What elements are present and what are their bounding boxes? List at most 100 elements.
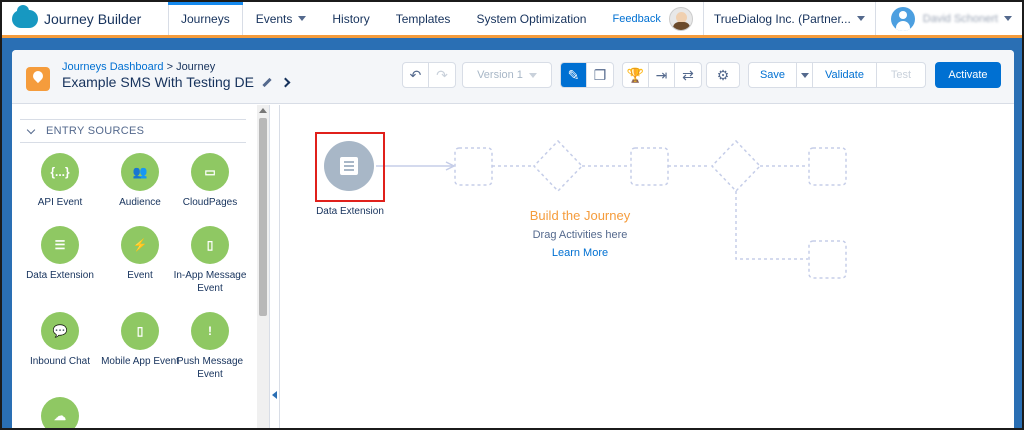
- tile-label: Mobile App Event: [101, 356, 179, 367]
- selection-highlight-box: [315, 132, 385, 202]
- save-button[interactable]: Save: [749, 63, 797, 87]
- chevron-down-icon: [800, 72, 809, 78]
- audience-icon: 👥: [121, 153, 159, 191]
- placeholder-activity: [808, 147, 847, 186]
- scrollbar-thumb[interactable]: [259, 118, 267, 316]
- tile-label: CloudPages: [182, 197, 238, 208]
- validate-button[interactable]: Validate: [813, 63, 877, 87]
- tab-events[interactable]: Events: [243, 2, 320, 35]
- build-journey-subtitle: Drag Activities here: [532, 229, 628, 241]
- api-event-icon: {...}: [41, 153, 79, 191]
- entry-source-push-message-event[interactable]: ! Push Message Event: [170, 312, 250, 381]
- exit-criteria-button[interactable]: ⇥: [649, 63, 675, 87]
- user-menu[interactable]: David Schonert: [874, 2, 1022, 35]
- tab-journeys-label: Journeys: [181, 11, 230, 26]
- feedback-link[interactable]: Feedback: [613, 13, 661, 25]
- connector-line: [735, 191, 808, 260]
- entry-source-data-extension[interactable]: ☰ Data Extension: [20, 226, 100, 282]
- event-icon: ⚡: [121, 226, 159, 264]
- entry-sources-header[interactable]: ENTRY SOURCES: [20, 119, 246, 143]
- avatar: [890, 6, 915, 31]
- user-name: David Schonert: [922, 12, 998, 25]
- org-name: TrueDialog Inc. (Partner...: [713, 11, 851, 26]
- save-dropdown[interactable]: [797, 63, 813, 87]
- goal-trophy-button[interactable]: 🏆: [623, 63, 649, 87]
- pencil-icon[interactable]: [262, 77, 272, 87]
- tab-history[interactable]: History: [319, 2, 382, 35]
- chevron-right-icon[interactable]: [280, 77, 291, 87]
- goal-exit-group: 🏆 ⇥ ⇄: [622, 62, 702, 88]
- learn-more-link[interactable]: Learn More: [470, 247, 690, 259]
- tab-system-optimization[interactable]: System Optimization: [463, 2, 599, 35]
- tab-history-label: History: [332, 11, 370, 26]
- gear-icon[interactable]: ⚙: [707, 63, 739, 87]
- chevron-down-icon: [1004, 16, 1012, 21]
- salesforce-cloud-icon: [12, 4, 38, 28]
- entry-source-audience[interactable]: 👥 Audience: [100, 153, 180, 209]
- placeholder-activity: [630, 147, 669, 186]
- push-message-icon: !: [191, 312, 229, 350]
- tile-label: Push Message Event: [176, 356, 244, 380]
- undo-redo-group: ↶ ↷: [402, 62, 456, 88]
- redo-button[interactable]: ↷: [429, 63, 455, 87]
- chevron-down-icon: [856, 16, 865, 21]
- entry-source-mobile-app-event[interactable]: ▯ Mobile App Event: [100, 312, 180, 368]
- edit-mode-group: ✎ ❐: [560, 62, 614, 88]
- breadcrumb-journeys-dashboard[interactable]: Journeys Dashboard: [62, 61, 164, 73]
- feedback-avatar[interactable]: [668, 6, 693, 31]
- entry-source-in-app-message-event[interactable]: ▯ In-App Message Event: [170, 226, 250, 295]
- entry-source-api-event[interactable]: {...} API Event: [20, 153, 100, 209]
- placeholder-activity: [454, 147, 493, 186]
- build-journey-title: Build the Journey: [529, 208, 631, 223]
- entry-source-cloud[interactable]: ☁: [20, 397, 100, 428]
- org-selector[interactable]: TrueDialog Inc. (Partner...: [702, 2, 875, 35]
- workspace-band: Journeys Dashboard > Journey Example SMS…: [2, 38, 1022, 428]
- test-button[interactable]: Test: [877, 63, 925, 87]
- breadcrumb-separator: >: [163, 61, 177, 73]
- entry-source-cloudpages[interactable]: ▭ CloudPages: [170, 153, 250, 209]
- cloud-icon: ☁: [41, 397, 79, 428]
- tile-label: Audience: [119, 197, 161, 208]
- app-title: Journey Builder: [44, 10, 142, 27]
- journey-name: Example SMS With Testing DE: [62, 74, 291, 90]
- journey-canvas[interactable]: Data Extension Build the Journey Drag Ac…: [270, 105, 1014, 428]
- data-extension-icon: ☰: [41, 226, 79, 264]
- journey-header: Journeys Dashboard > Journey Example SMS…: [12, 50, 1014, 104]
- entry-sources-label: ENTRY SOURCES: [46, 125, 145, 137]
- settings-group: ⚙: [706, 62, 740, 88]
- entry-source-inbound-chat[interactable]: 💬 Inbound Chat: [20, 312, 100, 368]
- schedule-button[interactable]: ⇄: [675, 63, 701, 87]
- edit-pencil-button[interactable]: ✎: [561, 63, 587, 87]
- tab-journeys[interactable]: Journeys: [168, 2, 243, 35]
- activate-button[interactable]: Activate: [935, 62, 1001, 88]
- version-select[interactable]: Version 1: [462, 62, 552, 88]
- entry-source-event[interactable]: ⚡ Event: [100, 226, 180, 282]
- tile-label: API Event: [37, 197, 83, 208]
- placeholder-activity: [808, 240, 847, 279]
- version-label: Version 1: [477, 69, 523, 81]
- brand[interactable]: Journey Builder: [2, 2, 168, 35]
- tile-label: In-App Message Event: [173, 270, 247, 294]
- nav-right: Feedback TrueDialog Inc. (Partner... Dav…: [613, 2, 1022, 35]
- tab-system-optimization-label: System Optimization: [476, 11, 587, 26]
- map-pin-icon: [26, 67, 50, 91]
- placeholder-decision: [532, 139, 584, 193]
- top-nav: Journey Builder Journeys Events History …: [2, 2, 1022, 38]
- inbound-chat-icon: 💬: [41, 312, 79, 350]
- tile-label: Data Extension: [26, 270, 94, 281]
- scroll-up-arrow-icon[interactable]: [259, 108, 267, 113]
- entry-node-label: Data Extension: [316, 206, 384, 217]
- tab-templates[interactable]: Templates: [383, 2, 464, 35]
- breadcrumb: Journeys Dashboard > Journey: [62, 61, 215, 73]
- placeholder-decision: [710, 139, 762, 193]
- tab-events-label: Events: [255, 11, 293, 26]
- chevron-down-icon: [26, 125, 36, 134]
- tab-templates-label: Templates: [395, 11, 451, 26]
- journey-name-text: Example SMS With Testing DE: [62, 74, 254, 90]
- tile-label: Event: [127, 270, 153, 281]
- copy-button[interactable]: ❐: [587, 63, 613, 87]
- undo-button[interactable]: ↶: [403, 63, 429, 87]
- chevron-down-icon: [298, 16, 307, 21]
- mobile-app-icon: ▯: [121, 312, 159, 350]
- save-validate-group: Save Validate Test: [748, 62, 926, 88]
